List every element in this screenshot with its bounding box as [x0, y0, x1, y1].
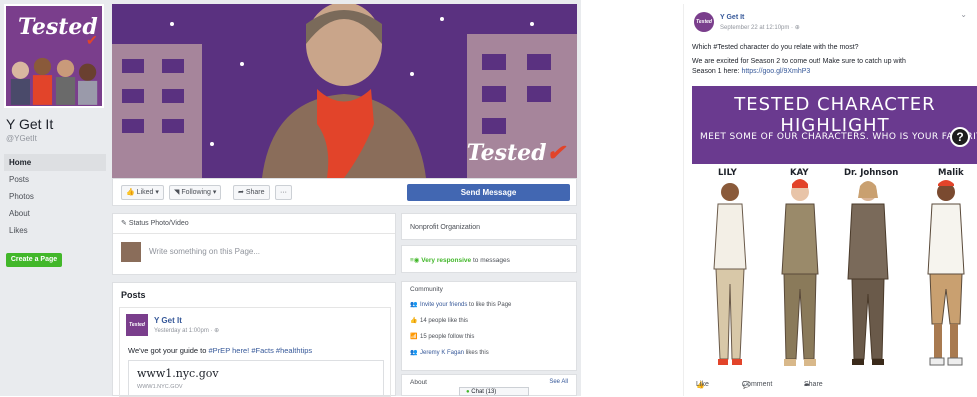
create-page-button[interactable]: Create a Page [6, 253, 62, 267]
community-card: Community 👥 Invite your friends to like t… [401, 281, 577, 371]
composer-tabs[interactable]: ✎ Status Photo/Video [113, 214, 395, 234]
post-time[interactable]: Yesterday at 1:00pm · ⊕ [154, 327, 219, 334]
community-row-likes: 👍 14 people like this [402, 313, 576, 329]
community-row-invite[interactable]: 👥 Invite your friends to like this Page [402, 297, 576, 313]
character-highlight-banner: TESTED CHARACTER HIGHLIGHT MEET SOME OF … [692, 86, 977, 164]
share-label: Share [804, 381, 823, 388]
share-icon: ➦ [238, 189, 244, 196]
category-card: Nonprofit Organization [401, 213, 577, 240]
invite-link[interactable]: Invite your friends [420, 302, 467, 308]
cover-photo[interactable]: Tested✔ [112, 4, 577, 178]
composer-tabs-label: Status Photo/Video [128, 220, 189, 227]
community-row-friend: 👥 Jeremy K Fagan likes this [402, 345, 576, 361]
chat-tab[interactable]: ● Chat (13) [459, 387, 529, 396]
chat-label: Chat (13) [471, 389, 497, 395]
post-author[interactable]: Y Get It [154, 316, 182, 325]
community-row-text: 15 people follow this [420, 334, 475, 340]
rss-icon: ◥ [174, 189, 180, 196]
pencil-icon: ✎ [121, 220, 127, 227]
check-icon: ✔ [86, 32, 98, 48]
posts-section: Posts Tested Y Get It Yesterday at 1:00p… [112, 282, 396, 397]
page-name: Y Get It [6, 116, 54, 132]
online-dot-icon: ● [466, 389, 470, 395]
post-author[interactable]: Y Get It [720, 14, 744, 21]
composer-input[interactable]: Write something on this Page... [149, 247, 260, 256]
post-text-line-3: Season 1 here: https://goo.gl/9XmhP3 [692, 68, 810, 75]
thumbs-up-icon: 👍 [126, 189, 135, 196]
season-link[interactable]: https://goo.gl/9XmhP3 [741, 68, 810, 75]
responsiveness-card: ≡◉ Very responsive to messages [401, 245, 577, 273]
post-text-prefix: We've got your guide to [128, 346, 209, 355]
post-card: Tested Y Get It Yesterday at 1:00pm · ⊕ … [119, 307, 391, 397]
community-title: Community [410, 286, 443, 293]
share-label: Share [245, 189, 265, 196]
responsive-rest: to messages [471, 257, 510, 264]
following-button[interactable]: ◥ Following ▾ [169, 185, 222, 200]
liked-button[interactable]: 👍 Liked ▾ [121, 185, 164, 200]
facebook-page-screenshot: Tested ✔ Y Get It @YGetIt Home Posts Pho… [0, 0, 581, 397]
check-icon: ✔ [546, 140, 565, 166]
post-text-line-1: Which #Tested character do you relate wi… [692, 44, 859, 51]
message-icon: ≡◉ [410, 257, 420, 264]
liked-label: Liked ▾ [136, 189, 159, 196]
comment-label: Comment [742, 381, 773, 388]
people-icon: 👥 [410, 350, 418, 356]
see-all-link[interactable]: See All [549, 379, 568, 385]
community-row-text: likes this [464, 350, 489, 356]
facebook-post-screenshot: Tested Y Get It September 22 at 12:10pm … [683, 4, 977, 396]
post-avatar[interactable]: Tested [694, 12, 714, 32]
link-preview[interactable]: www1.nyc.gov WWW1.NYC.GOV [128, 360, 384, 396]
question-icon: ? [950, 127, 970, 147]
share-button[interactable]: ➦ Share [233, 185, 270, 200]
character-illustrations[interactable]: LILY KAY Dr. Johnson Malik [692, 164, 977, 374]
community-row-follows: 📶 15 people follow this [402, 329, 576, 345]
banner-subtitle: MEET SOME OF OUR CHARACTERS. WHO IS YOUR… [700, 132, 977, 142]
about-title: About [410, 379, 427, 386]
send-message-button[interactable]: Send Message [407, 184, 570, 201]
banner-title: TESTED CHARACTER HIGHLIGHT [734, 94, 936, 136]
more-button[interactable]: ··· [275, 185, 292, 200]
cover-logo: Tested✔ [467, 140, 565, 166]
profile-picture[interactable]: Tested ✔ [4, 4, 104, 108]
link-title: www1.nyc.gov [137, 367, 219, 380]
post-text-prefix: Season 1 here: [692, 68, 742, 75]
following-label: Following ▾ [181, 189, 217, 196]
nav-home[interactable]: Home [4, 154, 106, 171]
page-action-bar: 👍 Liked ▾ ◥ Following ▾ ➦ Share ··· Send… [112, 178, 577, 206]
post-avatar[interactable]: Tested [126, 314, 148, 336]
page-category[interactable]: Nonprofit Organization [410, 224, 480, 231]
community-row-text: to like this Page [467, 302, 512, 308]
post-composer: ✎ Status Photo/Video Write something on … [112, 213, 396, 275]
responsive-label: Very responsive [421, 257, 472, 264]
chevron-down-icon[interactable]: ⌄ [960, 10, 967, 19]
thumbs-up-icon: 👍 [410, 318, 418, 324]
page-nav: Home Posts Photos About Likes [4, 154, 106, 239]
people-icon: 👥 [410, 302, 418, 308]
left-sidebar: Tested ✔ Y Get It @YGetIt Home Posts Pho… [0, 0, 108, 396]
community-row-text: 14 people like this [420, 318, 469, 324]
nav-posts[interactable]: Posts [4, 171, 106, 188]
link-domain: WWW1.NYC.GOV [137, 384, 183, 390]
friend-link[interactable]: Jeremy K Fagan [420, 350, 464, 356]
people-illustration [10, 57, 98, 105]
post-text: We've got your guide to #PrEP here! #Fac… [128, 346, 312, 355]
cover-logo-text: Tested [466, 140, 547, 166]
post-text-line-2: We are excited for Season 2 to come out!… [692, 58, 906, 65]
post-time[interactable]: September 22 at 12:10pm · ⊕ [720, 24, 800, 31]
nav-photos[interactable]: Photos [4, 188, 106, 205]
post-actions: 👍 Like 💬 Comment ➦ Share [692, 377, 977, 393]
post-hashtags[interactable]: #PrEP here! #Facts #healthtips [209, 346, 313, 355]
nav-about[interactable]: About [4, 205, 106, 222]
page-handle: @YGetIt [6, 134, 37, 143]
nav-likes[interactable]: Likes [4, 222, 106, 239]
like-label: Like [696, 381, 709, 388]
characters-drawing [713, 179, 965, 366]
posts-header: Posts [121, 290, 146, 300]
rss-icon: 📶 [410, 334, 418, 340]
avatar [121, 242, 141, 262]
